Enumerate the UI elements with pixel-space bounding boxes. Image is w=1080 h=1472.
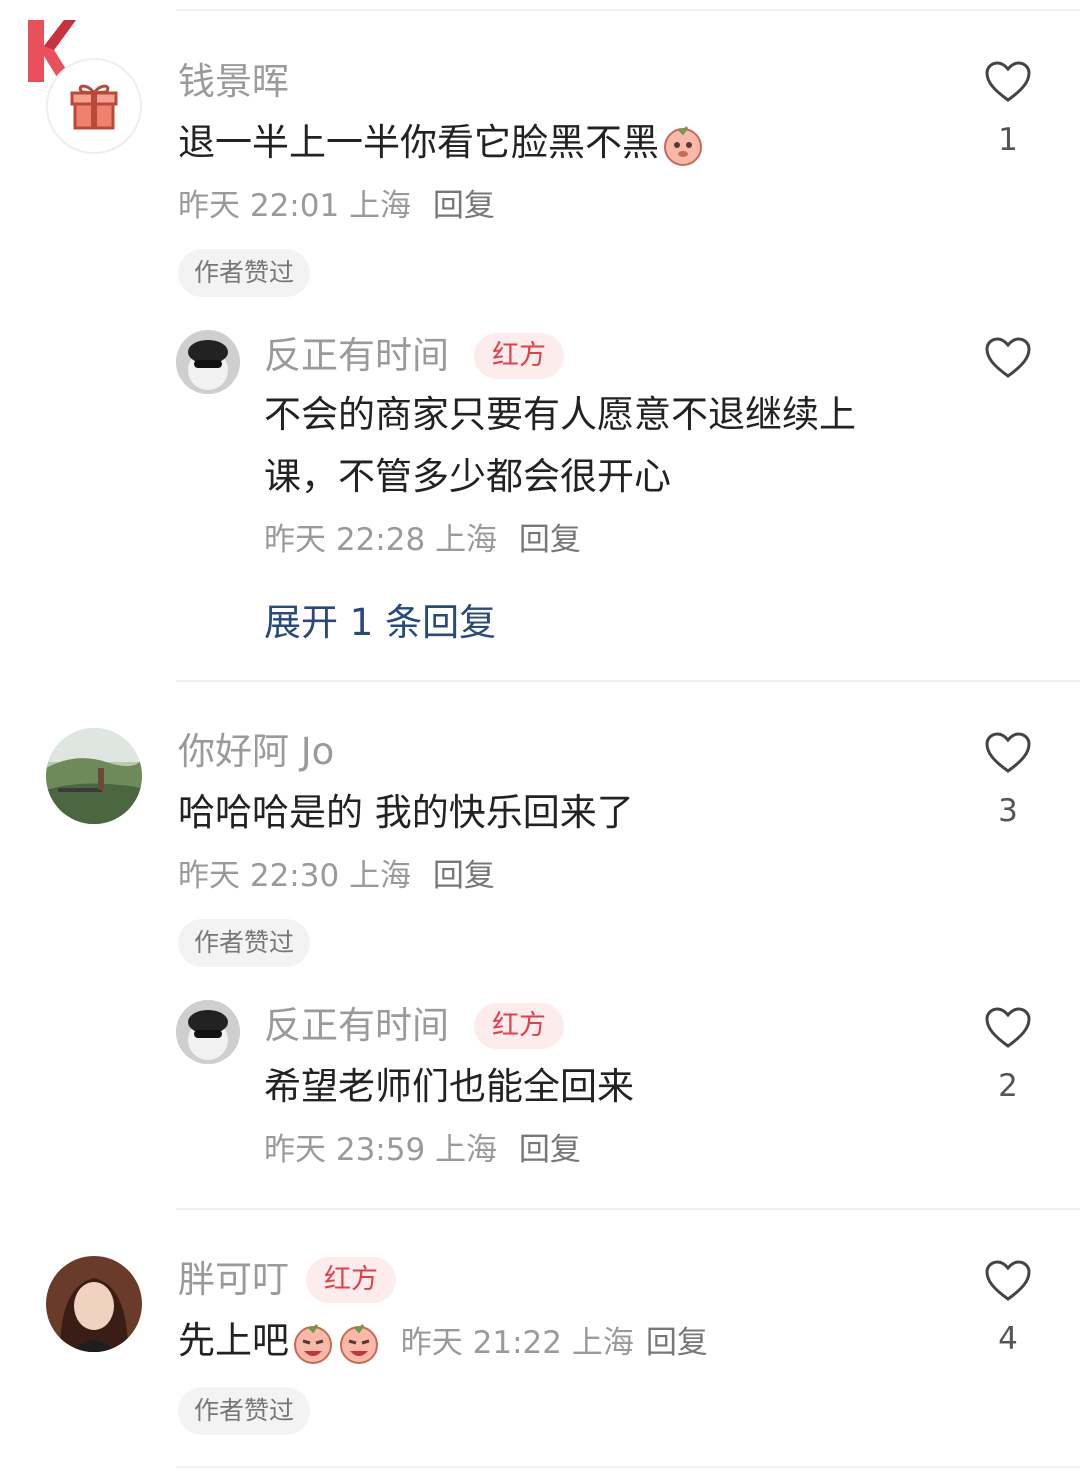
like-count: 3 — [998, 793, 1018, 829]
avatar[interactable] — [46, 58, 142, 154]
author-liked-badge: 作者赞过 — [178, 919, 311, 967]
reply-text: 希望老师们也能全回来 — [264, 1065, 634, 1108]
divider — [176, 9, 1080, 11]
reply-text-line: 不会的商家只要有人愿意不退继续上 — [264, 393, 856, 436]
gift-icon — [70, 84, 118, 130]
avatar[interactable] — [46, 1256, 142, 1352]
reply-meta: 昨天 22:28 上海 回复 — [264, 520, 581, 560]
peach-emoji-icon — [664, 125, 702, 166]
reply-location: 上海 — [435, 1132, 498, 1168]
reply-button[interactable]: 回复 — [519, 522, 581, 558]
like-heart-icon[interactable] — [984, 1006, 1032, 1050]
comment-author[interactable]: 钱景晖 — [178, 60, 289, 104]
avatar-image — [176, 330, 240, 394]
comment-location: 上海 — [571, 1325, 634, 1361]
like-heart-icon[interactable] — [984, 731, 1032, 775]
reply-time: 昨天 22:28 — [264, 522, 426, 558]
reply-button[interactable]: 回复 — [433, 188, 495, 224]
divider — [176, 1208, 1080, 1210]
comment-text: 先上吧 昨天 21:22 上海 回复 — [178, 1310, 708, 1372]
reply-author[interactable]: 反正有时间 — [264, 1004, 449, 1048]
comment-location: 上海 — [349, 188, 412, 224]
like-count: 2 — [998, 1068, 1018, 1104]
author-liked-badge: 作者赞过 — [178, 1387, 311, 1435]
comment-author[interactable]: 胖可叮 — [178, 1258, 289, 1302]
comment-meta: 昨天 22:30 上海 回复 — [178, 856, 495, 896]
reply-meta: 昨天 23:59 上海 回复 — [264, 1130, 581, 1170]
avatar[interactable] — [176, 330, 240, 394]
crying-emoji-icon — [340, 1323, 378, 1364]
reply-button[interactable]: 回复 — [433, 858, 495, 894]
avatar[interactable] — [176, 1000, 240, 1064]
like-heart-icon[interactable] — [984, 60, 1032, 104]
avatar[interactable] — [46, 728, 142, 824]
crying-emoji-icon — [294, 1323, 332, 1364]
comment-text-body: 退一半上一半你看它脸黑不黑 — [178, 121, 659, 164]
red-side-badge: 红方 — [474, 333, 564, 379]
divider — [176, 680, 1080, 682]
red-side-badge: 红方 — [474, 1003, 564, 1049]
like-count: 4 — [998, 1321, 1018, 1357]
reply-button[interactable]: 回复 — [646, 1325, 708, 1361]
comment-meta: 昨天 22:01 上海 回复 — [178, 186, 495, 226]
expand-replies-link[interactable]: 展开 1 条回复 — [264, 592, 496, 646]
avatar-image — [46, 1256, 142, 1352]
like-heart-icon[interactable] — [984, 336, 1032, 380]
avatar-image — [46, 728, 142, 824]
reply-button[interactable]: 回复 — [519, 1132, 581, 1168]
comment-time: 昨天 22:01 — [178, 188, 340, 224]
avatar-image — [176, 1000, 240, 1064]
comment-time: 昨天 21:22 — [400, 1325, 562, 1361]
comment-meta: 昨天 21:22 上海 回复 — [401, 1325, 708, 1361]
like-heart-icon[interactable] — [984, 1259, 1032, 1303]
red-side-badge: 红方 — [306, 1257, 396, 1303]
comment-time: 昨天 22:30 — [178, 858, 340, 894]
reply-location: 上海 — [435, 522, 498, 558]
like-count: 1 — [998, 122, 1018, 158]
comment-text: 退一半上一半你看它脸黑不黑 — [178, 112, 705, 174]
reply-author[interactable]: 反正有时间 — [264, 334, 449, 378]
comment-author[interactable]: 你好阿 Jo — [178, 730, 334, 774]
comment-location: 上海 — [349, 858, 412, 894]
reply-time: 昨天 23:59 — [264, 1132, 426, 1168]
author-liked-badge: 作者赞过 — [178, 249, 311, 297]
reply-text-line: 课，不管多少都会很开心 — [264, 455, 671, 498]
comment-text: 哈哈哈是的 我的快乐回来了 — [178, 791, 634, 834]
comment-text-body: 先上吧 — [178, 1319, 289, 1362]
divider — [176, 1466, 1080, 1468]
